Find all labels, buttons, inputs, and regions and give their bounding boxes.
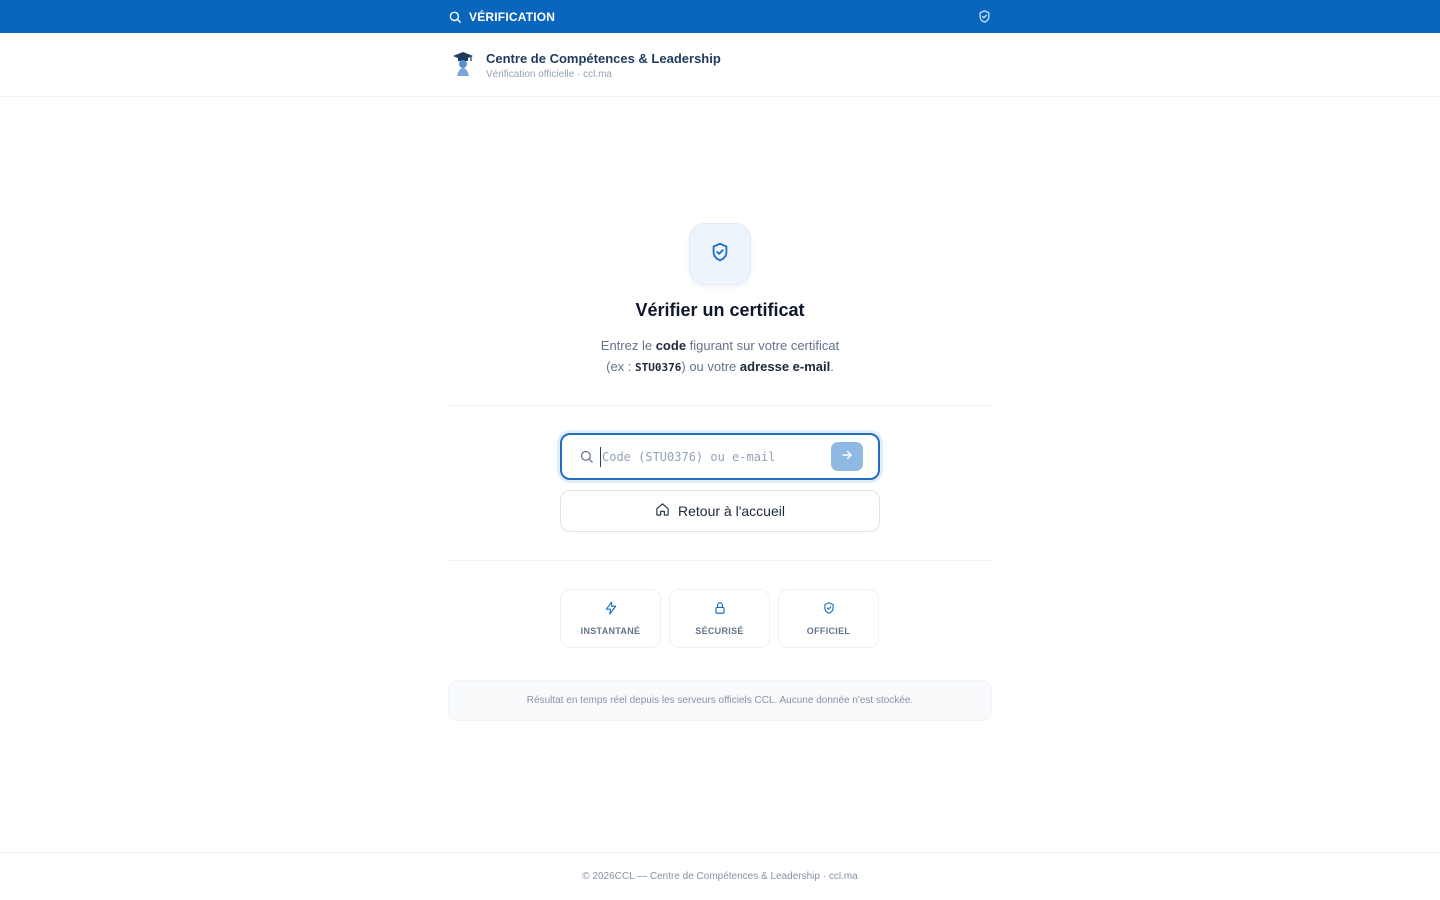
verification-badge: [689, 223, 751, 285]
divider: [448, 560, 992, 561]
search-input[interactable]: [600, 447, 825, 467]
top-bar-title-group: VÉRIFICATION: [448, 10, 555, 24]
feature-label: OFFICIEL: [806, 626, 851, 636]
feature-official: OFFICIEL: [778, 589, 879, 648]
site-header: Centre de Compétences & Leadership Vérif…: [0, 33, 1440, 97]
top-bar: VÉRIFICATION: [0, 0, 1440, 33]
home-button-label: Retour à l'accueil: [678, 503, 785, 519]
lock-icon: [713, 601, 727, 620]
shield-check-icon: [709, 241, 731, 268]
arrow-right-icon: [840, 448, 854, 465]
divider: [448, 405, 992, 406]
desc-bold-code: code: [655, 338, 687, 353]
desc-text: Entrez le: [600, 338, 656, 353]
shield-check-icon: [822, 601, 836, 620]
search-submit-button[interactable]: [831, 442, 863, 471]
desc-text: .: [830, 359, 834, 374]
page-description: Entrez le code figurant sur votre certif…: [448, 335, 992, 378]
info-notice: Résultat en temps réel depuis les serveu…: [448, 680, 992, 721]
shield-check-icon: [977, 9, 992, 24]
footer-text: © 2026CCL — Centre de Compétences & Lead…: [582, 871, 858, 882]
search-field[interactable]: [560, 433, 880, 480]
page-title: Vérifier un certificat: [635, 300, 805, 320]
home-icon: [655, 502, 670, 520]
feature-label: INSTANTANÉ: [580, 626, 641, 636]
desc-bold-email: adresse e-mail: [739, 359, 831, 374]
home-button[interactable]: Retour à l'accueil: [560, 490, 880, 532]
brand[interactable]: Centre de Compétences & Leadership Vérif…: [452, 51, 721, 82]
feature-label: SÉCURISÉ: [695, 626, 744, 636]
brand-subtitle: Vérification officielle · ccl.ma: [486, 69, 612, 80]
lightning-icon: [604, 601, 618, 620]
search-icon: [448, 10, 462, 24]
graduate-logo-icon: [452, 51, 474, 77]
desc-text: ) ou votre: [681, 359, 740, 374]
feature-secure: SÉCURISÉ: [669, 589, 770, 648]
desc-text: figurant sur votre certificat: [686, 338, 840, 353]
brand-name: Centre de Compétences & Leadership: [486, 51, 721, 66]
desc-text: (ex :: [606, 359, 636, 374]
feature-instant: INSTANTANÉ: [560, 589, 661, 648]
top-bar-title: VÉRIFICATION: [469, 9, 556, 24]
search-icon: [579, 449, 594, 469]
footer: © 2026CCL — Centre de Compétences & Lead…: [0, 852, 1440, 900]
desc-example-code: STU0376: [635, 361, 682, 374]
